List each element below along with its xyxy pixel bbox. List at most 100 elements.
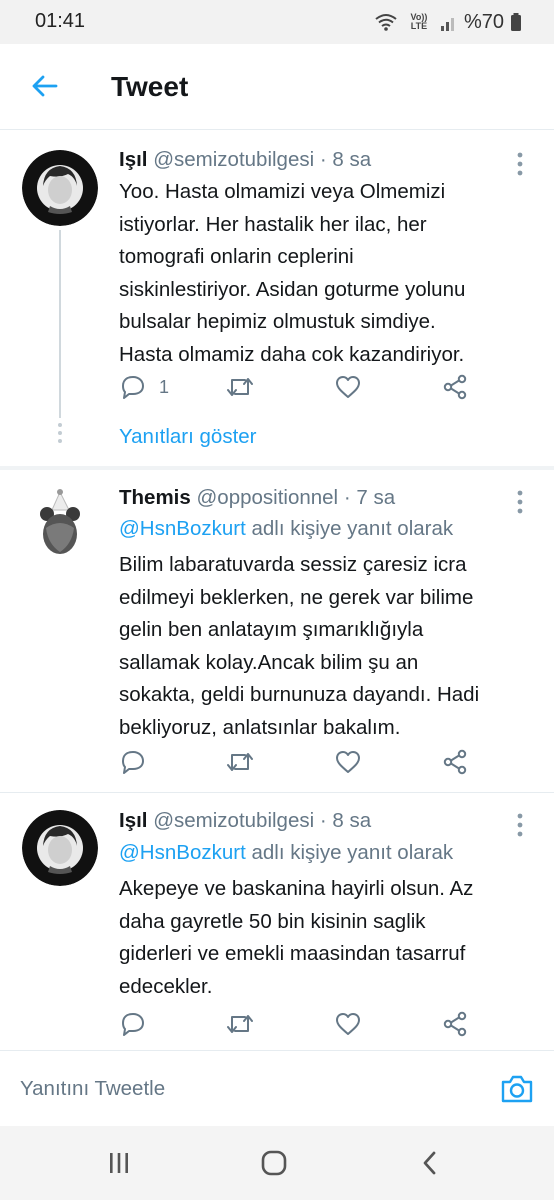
status-time: 01:41: [35, 10, 86, 32]
thread-dots: [57, 423, 63, 447]
author-handle: @semizotubilgesi: [153, 809, 315, 832]
back-nav-icon: [423, 1151, 436, 1175]
share-icon: [443, 1011, 467, 1037]
tweet-text: Bilim labaratuvarda sessiz çaresiz icra …: [119, 549, 529, 744]
like-button[interactable]: [334, 1009, 362, 1039]
recent-apps-icon: [110, 1153, 128, 1173]
tweet-time: · 7 sa: [343, 486, 396, 509]
author-handle: @oppositionnel: [196, 486, 339, 509]
avatar-image: [22, 810, 98, 886]
tweet-2[interactable]: Themis @oppositionnel · 7 sa @HsnBozkurt…: [0, 470, 554, 791]
tweet-line: Bilim labaratuvarda sessiz çaresiz icra: [119, 553, 467, 576]
tweet-time: · 8 sa: [319, 148, 372, 171]
avatar[interactable]: [22, 488, 98, 564]
tweet-line: Hasta olmamiz daha cok kazandiriyor.: [119, 342, 465, 366]
author-name: Themis: [119, 486, 191, 509]
tweet-line: istiyorlar. Her hastalik her ilac, her: [119, 212, 427, 236]
tweet-actions: [119, 747, 539, 777]
home-icon: [261, 1150, 287, 1176]
tweet-line: Yoo. Hasta olmamizi veya Olmemizi: [119, 180, 446, 203]
tweet-author[interactable]: Işıl @semizotubilgesi · 8 sa: [119, 809, 371, 833]
share-button[interactable]: [441, 747, 469, 777]
tweet-3[interactable]: Işıl @semizotubilgesi · 8 sa @HsnBozkurt…: [0, 793, 554, 1049]
author-name: Işıl: [119, 809, 148, 832]
tweet-line: bekliyoruz, anlatsınlar bakalım.: [119, 715, 401, 739]
reply-to-handle[interactable]: @HsnBozkurt: [119, 517, 246, 540]
tweet-line: tomografi onlarin ceplerini: [119, 245, 354, 268]
tweet-line: siskinlestiriyor. Asidan goturme yolunu: [119, 277, 466, 301]
battery-percent: %70: [463, 10, 504, 33]
reply-button[interactable]: [119, 1009, 147, 1039]
tweet-time: · 8 sa: [319, 809, 372, 832]
home-button[interactable]: [254, 1148, 294, 1178]
like-button[interactable]: [334, 747, 362, 777]
reply-composer[interactable]: Yanıtını Tweetle: [0, 1050, 554, 1126]
status-bar: 01:41 Vo)) LTE %70: [0, 0, 554, 44]
show-replies-link[interactable]: Yanıtları göster: [119, 425, 257, 449]
reply-count: 1: [159, 376, 170, 397]
retweet-button[interactable]: [225, 372, 255, 402]
network-label: Vo)) LTE: [410, 12, 428, 31]
reply-icon: [122, 751, 144, 774]
reply-button[interactable]: 1: [119, 372, 169, 402]
share-button[interactable]: [441, 372, 469, 402]
share-button[interactable]: [441, 1009, 469, 1039]
back-button[interactable]: [24, 66, 64, 106]
more-icon[interactable]: [510, 151, 530, 177]
reply-icon: [122, 1013, 144, 1036]
wifi-icon: [375, 14, 397, 31]
reply-to-handle[interactable]: @HsnBozkurt: [119, 841, 246, 864]
like-icon: [336, 1013, 360, 1035]
tweet-actions: 1: [119, 372, 539, 402]
tweet-line: daha gayretle 50 bin kisinin saglik: [119, 909, 426, 933]
status-indicators: Vo)) LTE %70: [374, 9, 522, 35]
reply-to-context: @HsnBozkurt adlı kişiye yanıt olarak: [119, 517, 453, 541]
camera-icon[interactable]: [500, 1072, 534, 1106]
back-arrow-icon: [32, 75, 58, 97]
back-nav-button[interactable]: [410, 1148, 450, 1178]
more-icon[interactable]: [510, 812, 530, 838]
tweet-line: edecekler.: [119, 974, 213, 998]
tweet-author[interactable]: Işıl @semizotubilgesi · 8 sa: [119, 148, 371, 172]
retweet-icon: [227, 1015, 253, 1033]
reply-input[interactable]: Yanıtını Tweetle: [20, 1077, 165, 1101]
retweet-button[interactable]: [225, 747, 255, 777]
tweet-line: giderleri ve emekli maasindan tasarruf: [119, 942, 466, 965]
reply-to-suffix: adlı kişiye yanıt olarak: [245, 517, 454, 540]
thread-line: [59, 230, 61, 418]
tweet-line: bulsalar hepimiz olmustuk simdiye.: [119, 310, 436, 333]
tweet-line: Akepeye ve baskanina hayirli olsun. Az: [119, 877, 474, 900]
recent-apps-button[interactable]: [99, 1148, 139, 1178]
reply-to-context: @HsnBozkurt adlı kişiye yanıt olarak: [119, 841, 453, 865]
avatar[interactable]: [22, 150, 98, 226]
reply-icon: [122, 376, 144, 399]
tweet-author[interactable]: Themis @oppositionnel · 7 sa: [119, 486, 395, 510]
share-icon: [443, 374, 467, 400]
like-icon: [336, 751, 360, 773]
tweet-line: sallamak kolay.Ancak bilim şu an: [119, 650, 419, 674]
like-icon: [336, 376, 360, 398]
tweet-actions: [119, 1009, 539, 1039]
reply-button[interactable]: [119, 747, 147, 777]
tweet-line: edilmeyi beklerken, ne gerek var bilime: [119, 585, 474, 609]
retweet-icon: [227, 753, 253, 771]
battery-icon: [511, 13, 521, 31]
signal-icon: [440, 18, 454, 31]
tweet-1[interactable]: Işıl @semizotubilgesi · 8 sa Yoo. Hasta …: [0, 131, 554, 466]
like-button[interactable]: [334, 372, 362, 402]
tweet-line: gelin ben anlatayım şımarıklığıyla: [119, 618, 424, 641]
avatar[interactable]: [22, 810, 98, 886]
author-handle: @semizotubilgesi: [153, 148, 315, 171]
system-nav-bar: [0, 1126, 554, 1200]
avatar-image: [22, 150, 98, 226]
page-title: Tweet: [111, 71, 189, 102]
retweet-button[interactable]: [225, 1009, 255, 1039]
author-name: Işıl: [119, 148, 148, 171]
tweet-line: sokakta, geldi burnunuza dayandı. Hadi: [119, 683, 480, 706]
avatar-image: [22, 488, 98, 564]
share-icon: [443, 749, 467, 775]
more-icon[interactable]: [510, 489, 530, 515]
tweet-text: Yoo. Hasta olmamizi veya Olmemizi istiyo…: [119, 176, 529, 371]
tweet-text: Akepeye ve baskanina hayirli olsun. Az d…: [119, 873, 529, 1003]
retweet-icon: [227, 378, 253, 396]
